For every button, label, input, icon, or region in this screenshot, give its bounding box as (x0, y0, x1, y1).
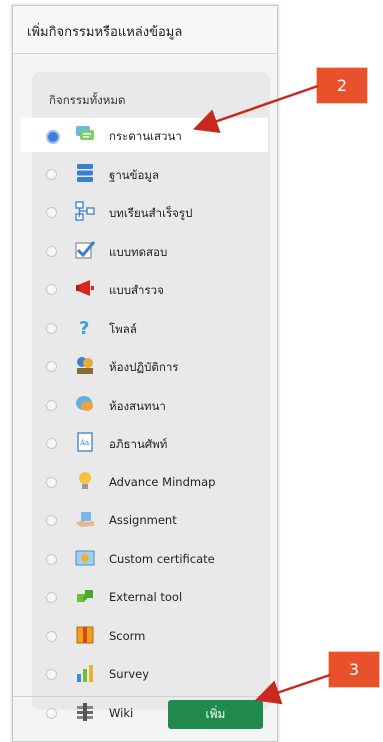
annotation-arrows (192, 84, 331, 705)
arrow-to-add-button (254, 673, 331, 705)
arrow-to-forum (192, 84, 319, 134)
